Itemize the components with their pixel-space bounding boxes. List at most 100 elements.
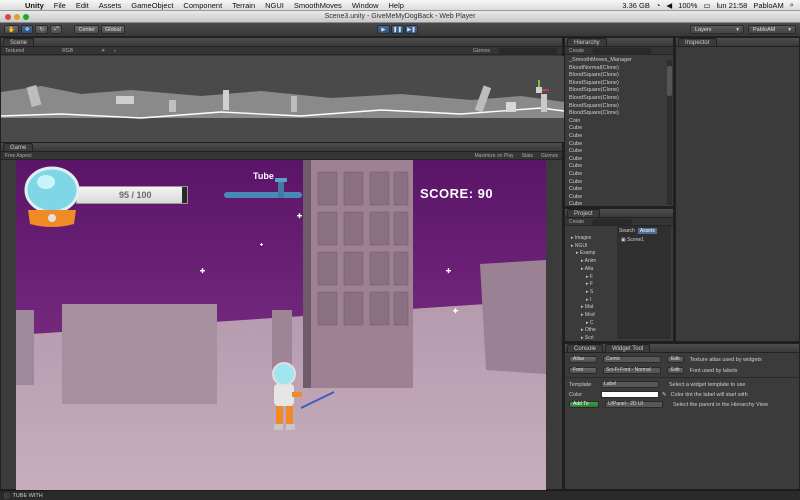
layers-dropdown[interactable]: Layers ▾	[690, 25, 744, 34]
hierarchy-item[interactable]: _SmoothMoves_Manager	[569, 57, 669, 65]
hierarchy-item[interactable]: Cube	[569, 156, 669, 164]
hierarchy-item[interactable]: BloodSquare(Clone)	[569, 72, 669, 80]
hierarchy-item[interactable]: Coin	[569, 118, 669, 126]
project-create-dropdown[interactable]: Create	[569, 219, 584, 225]
menu-component[interactable]: Component	[178, 1, 227, 10]
hand-tool-button[interactable]: ✋	[4, 25, 19, 34]
hierarchy-item[interactable]: Cube	[569, 163, 669, 171]
stats-toggle[interactable]: Stats	[522, 153, 533, 159]
scene-2d-toggle[interactable]: ☀	[101, 48, 105, 54]
hierarchy-item[interactable]: BloodSquare(Clone)	[569, 103, 669, 111]
add-to-button[interactable]: Add To	[569, 401, 599, 408]
volume-icon[interactable]: ◀	[666, 1, 672, 10]
menu-edit[interactable]: Edit	[71, 1, 94, 10]
user-name[interactable]: PabloAM	[753, 1, 783, 10]
clock[interactable]: lun 21:58	[716, 1, 747, 10]
menu-file[interactable]: File	[49, 1, 71, 10]
eyedropper-icon[interactable]: ✎	[662, 392, 667, 398]
hierarchy-item[interactable]: BloodSquare(Clone)	[569, 80, 669, 88]
pause-button[interactable]: ❚❚	[391, 25, 404, 34]
hierarchy-item[interactable]: Cube	[569, 186, 669, 194]
render-mode-dropdown[interactable]: RGB	[62, 48, 73, 54]
project-folder[interactable]: ▸ Mat	[567, 304, 615, 312]
menu-ngui[interactable]: NGUI	[260, 1, 289, 10]
project-search-label[interactable]: Search	[619, 228, 635, 234]
menu-gameobject[interactable]: GameObject	[126, 1, 178, 10]
wifi-icon[interactable]: ◔	[656, 1, 661, 10]
atlas-button[interactable]: Atlas	[569, 356, 597, 363]
font-edit-button[interactable]: Edit	[667, 367, 684, 374]
aspect-dropdown[interactable]: Free Aspect	[5, 153, 32, 159]
project-folder[interactable]: ▸ Examp	[567, 250, 615, 258]
menu-app[interactable]: Unity	[20, 1, 49, 10]
menu-window[interactable]: Window	[347, 1, 384, 10]
battery-percent[interactable]: 100%	[678, 1, 697, 10]
hierarchy-item[interactable]: Cube	[569, 179, 669, 187]
project-folder[interactable]: ▸ Mod	[567, 312, 615, 320]
tab-console[interactable]: Console	[567, 344, 604, 352]
status-message[interactable]: TUBE WITH	[13, 493, 43, 499]
spotlight-icon[interactable]: ⌕	[790, 0, 794, 10]
menu-smoothmoves[interactable]: SmoothMoves	[289, 1, 347, 10]
project-folder[interactable]: ▸ Scri	[567, 335, 615, 343]
hierarchy-item[interactable]: Cube	[569, 141, 669, 149]
project-folder[interactable]: ▸ C	[567, 320, 615, 328]
atlas-field[interactable]: Comic	[603, 356, 661, 363]
hierarchy-item[interactable]: Cube	[569, 148, 669, 156]
maximize-on-play-toggle[interactable]: Maximize on Play	[474, 153, 513, 159]
asset-item[interactable]: ▣ Scene1	[617, 236, 671, 244]
assets-button[interactable]: Assets	[637, 228, 657, 234]
scene-search-field[interactable]	[498, 47, 558, 54]
menu-help[interactable]: Help	[384, 1, 409, 10]
move-tool-button[interactable]: ✥	[20, 25, 34, 34]
hierarchy-item[interactable]: Cube	[569, 133, 669, 141]
font-button[interactable]: Font	[569, 367, 597, 374]
layout-dropdown[interactable]: PabloAM ▾	[748, 25, 796, 34]
tab-game[interactable]: Game	[3, 143, 34, 151]
tab-scene[interactable]: Scene	[3, 38, 35, 46]
hierarchy-item[interactable]: Cube	[569, 125, 669, 133]
parent-field[interactable]: UIPanel - 2D UI	[605, 401, 663, 408]
hierarchy-create-dropdown[interactable]: Create	[569, 48, 584, 54]
step-button[interactable]: ▶❚	[405, 25, 418, 34]
project-folder[interactable]: ▸ F	[567, 281, 615, 289]
hierarchy-item[interactable]: BloodSquare(Clone)	[569, 87, 669, 95]
hierarchy-item[interactable]: Cube	[569, 194, 669, 202]
project-folder[interactable]: ▸ Othe	[567, 327, 615, 335]
color-swatch[interactable]	[601, 391, 659, 398]
project-folder[interactable]: ▸ Anim	[567, 258, 615, 266]
hierarchy-item[interactable]: Cube	[569, 171, 669, 179]
project-search-field[interactable]	[592, 218, 633, 225]
project-folder-tree[interactable]: ▸ Images ▸ NGUI ▸ Examp ▸ Anim ▸ Atla ▸ F ▸ F ▸…	[567, 235, 615, 351]
hierarchy-scrollbar[interactable]	[667, 60, 672, 205]
project-folder[interactable]: ▸ F	[567, 274, 615, 282]
game-viewport[interactable]: 95 / 100 Tube SCORE: 90	[16, 160, 546, 490]
game-gizmos-toggle[interactable]: Gizmos	[541, 153, 558, 159]
project-folder[interactable]: ▸ S	[567, 289, 615, 297]
project-folder[interactable]: ▸ I	[567, 297, 615, 305]
scale-tool-button[interactable]: ⤢	[50, 25, 63, 34]
tab-project[interactable]: Project	[567, 209, 600, 217]
hierarchy-search-field[interactable]	[592, 47, 653, 54]
project-folder[interactable]: ▸ NGUI	[567, 243, 615, 251]
play-button[interactable]: ▶	[377, 25, 390, 34]
gizmos-dropdown[interactable]: Gizmos	[473, 48, 490, 54]
hierarchy-item[interactable]: Cube	[569, 201, 669, 205]
hierarchy-scrollbar-thumb[interactable]	[667, 66, 672, 96]
tab-inspector[interactable]: Inspector	[678, 38, 717, 46]
tab-hierarchy[interactable]: Hierarchy	[567, 38, 607, 46]
font-field[interactable]: Sci-Fi Font - Normal	[603, 367, 661, 374]
hierarchy-item[interactable]: BloodSquare(Clone)	[569, 95, 669, 103]
shading-dropdown[interactable]: Textured	[5, 48, 24, 54]
hierarchy-list[interactable]: _SmoothMoves_Manager BloodNormal(Clone) Bl…	[565, 55, 673, 205]
project-folder[interactable]: ▸ Atla	[567, 266, 615, 274]
tab-widget-tool[interactable]: Widget Tool	[605, 344, 651, 352]
menu-assets[interactable]: Assets	[94, 1, 127, 10]
hierarchy-item[interactable]: BloodSquare(Clone)	[569, 110, 669, 118]
memory-label[interactable]: 3.36 GB	[622, 1, 650, 10]
atlas-edit-button[interactable]: Edit	[667, 356, 684, 363]
menu-terrain[interactable]: Terrain	[227, 1, 260, 10]
scene-viewport[interactable]	[1, 56, 564, 142]
battery-icon[interactable]: ▭	[703, 1, 710, 10]
template-dropdown[interactable]: Label	[601, 381, 659, 388]
